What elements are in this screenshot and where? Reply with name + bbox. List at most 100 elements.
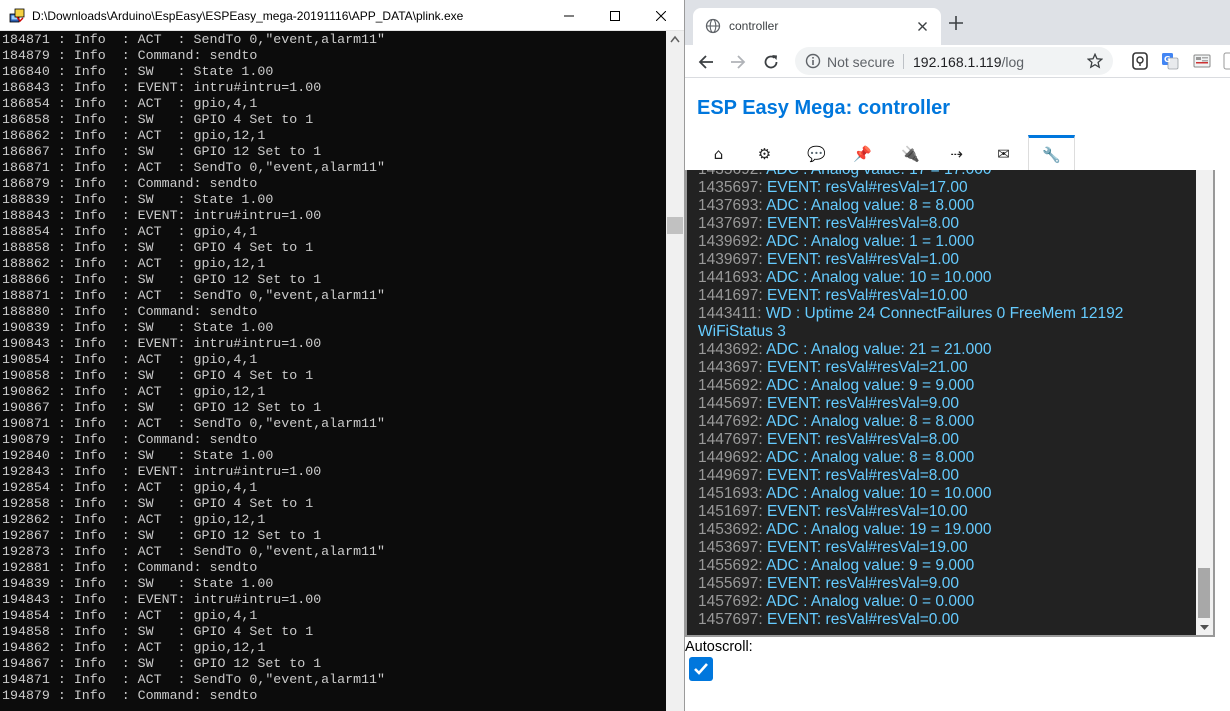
console-line: 194862 : Info : ACT : gpio,12,1 (2, 640, 266, 655)
pin-icon: 📌 (853, 144, 872, 163)
close-button[interactable] (638, 0, 684, 31)
security-label[interactable]: Not secure (827, 54, 895, 70)
log-lines: 1435692: ADC : Analog value: 17 = 17.000… (698, 170, 1193, 629)
checkmark-icon (694, 663, 708, 675)
log-line: 1437697: EVENT: resVal#resVal=8.00 (698, 215, 1193, 233)
console-line: 186867 : Info : SW : GPIO 12 Set to 1 (2, 144, 322, 159)
menu-devices[interactable]: 🔌 (887, 135, 934, 172)
log-line: 1455692: ADC : Analog value: 9 = 9.000 (698, 557, 1193, 575)
console-line: 192867 : Info : SW : GPIO 12 Set to 1 (2, 528, 322, 543)
log-message: ADC : Analog value: 8 = 8.000 (762, 197, 975, 214)
minimize-button[interactable] (546, 0, 592, 31)
extension-icon[interactable] (1193, 52, 1211, 70)
log-scroll-thumb[interactable] (1198, 568, 1210, 618)
menu-notifications[interactable]: ✉ (980, 135, 1027, 172)
close-icon (656, 10, 666, 21)
address-bar[interactable]: Not secure 192.168.1.119/log (795, 47, 1113, 75)
log-message: EVENT: resVal#resVal=9.00 (762, 395, 959, 412)
log-timestamp: 1445697: (698, 395, 763, 412)
console-output[interactable]: 184871 : Info : ACT : SendTo 0,"event,al… (0, 31, 666, 711)
menu-config[interactable]: ⚙ (741, 135, 788, 172)
page-title: ESP Easy Mega: controller (697, 97, 951, 119)
url-path: /log (1001, 54, 1025, 70)
new-tab-button[interactable] (947, 14, 965, 32)
log-line: 1435697: EVENT: resVal#resVal=17.00 (698, 179, 1193, 197)
log-message: EVENT: resVal#resVal=8.00 (762, 431, 959, 448)
log-message: EVENT: resVal#resVal=10.00 (762, 287, 968, 304)
log-message: EVENT: resVal#resVal=17.00 (762, 179, 968, 196)
plus-icon (949, 16, 963, 30)
back-button[interactable] (695, 51, 717, 73)
tab-close-button[interactable] (914, 18, 930, 34)
log-timestamp: 1457697: (698, 611, 763, 628)
autoscroll-checkbox[interactable] (689, 657, 713, 681)
log-line: 1457692: ADC : Analog value: 0 = 0.000 (698, 593, 1193, 611)
log-scrollbar[interactable] (1196, 170, 1213, 635)
translate-icon[interactable]: G (1161, 52, 1179, 70)
tab-controller[interactable]: controller (693, 8, 941, 45)
url-text[interactable]: 192.168.1.119/log (913, 54, 1024, 70)
reload-button[interactable] (760, 51, 782, 73)
log-message: ADC : Analog value: 0 = 0.000 (762, 593, 975, 610)
menu-main[interactable]: ⌂ (695, 135, 742, 172)
plug-icon: 🔌 (901, 144, 920, 163)
menu-tools[interactable]: 🔧 (1028, 135, 1075, 172)
log-line: 1451693: ADC : Analog value: 10 = 10.000 (698, 485, 1193, 503)
log-line: 1451697: EVENT: resVal#resVal=10.00 (698, 503, 1193, 521)
console-line: 186840 : Info : SW : State 1.00 (2, 64, 274, 79)
log-line: 1445692: ADC : Analog value: 9 = 9.000 (698, 377, 1193, 395)
log-timestamp: 1453692: (698, 521, 763, 538)
log-message: EVENT: resVal#resVal=10.00 (762, 503, 968, 520)
autoscroll-label: Autoscroll: (685, 639, 753, 655)
log-panel: 1435692: ADC : Analog value: 17 = 17.000… (685, 170, 1215, 637)
menu-rules[interactable]: ⇢ (933, 135, 980, 172)
log-message: EVENT: resVal#resVal=21.00 (762, 359, 968, 376)
log-timestamp: 1447697: (698, 431, 763, 448)
svg-text:G: G (1164, 55, 1171, 64)
extension-icon[interactable] (1223, 52, 1230, 70)
console-line: 186854 : Info : ACT : gpio,4,1 (2, 96, 258, 111)
console-titlebar[interactable]: D:\Downloads\Arduino\EspEasy\ESPEasy_meg… (0, 0, 684, 31)
close-icon (917, 21, 927, 31)
menu-hardware[interactable]: 📌 (839, 135, 886, 172)
log-message: ADC : Analog value: 8 = 8.000 (762, 413, 975, 430)
console-line: 194879 : Info : Command: sendto (2, 688, 258, 703)
log-message: EVENT: resVal#resVal=0.00 (762, 611, 959, 628)
log-line: 1443692: ADC : Analog value: 21 = 21.000 (698, 341, 1193, 359)
log-timestamp: 1451693: (698, 485, 763, 502)
console-line: 184879 : Info : Command: sendto (2, 48, 258, 63)
omnibox-divider (903, 54, 904, 69)
scroll-up-arrow-icon[interactable] (666, 31, 684, 48)
log-timestamp: 1443697: (698, 359, 763, 376)
log-timestamp: 1443692: (698, 341, 763, 358)
console-line: 190862 : Info : ACT : gpio,12,1 (2, 384, 266, 399)
scroll-down-arrow-icon[interactable] (1196, 621, 1213, 635)
putty-icon (9, 8, 25, 23)
console-scroll-thumb[interactable] (667, 217, 683, 234)
console-line: 190854 : Info : ACT : gpio,4,1 (2, 352, 258, 367)
main-menu: ⌂ ⚙ 💬 📌 🔌 ⇢ ✉ 🔧 (685, 135, 1215, 172)
log-line: 1441697: EVENT: resVal#resVal=10.00 (698, 287, 1193, 305)
log-message: EVENT: resVal#resVal=1.00 (762, 251, 959, 268)
console-line: 190867 : Info : SW : GPIO 12 Set to 1 (2, 400, 322, 415)
page-content: ESP Easy Mega: controller ⌂ ⚙ 💬 📌 🔌 ⇢ ✉ 🔧 14356… (685, 78, 1230, 711)
log-line: 1443411: WD : Uptime 24 ConnectFailures … (698, 305, 1193, 341)
arrow-icon: ⇢ (950, 144, 963, 163)
log-line: 1437693: ADC : Analog value: 8 = 8.000 (698, 197, 1193, 215)
maximize-button[interactable] (592, 0, 638, 31)
log-timestamp: 1449697: (698, 467, 763, 484)
info-icon[interactable] (805, 53, 821, 69)
wrench-icon: 🔧 (1042, 146, 1061, 164)
log-timestamp: 1455692: (698, 557, 763, 574)
forward-button[interactable] (727, 51, 749, 73)
bookmark-star-icon[interactable] (1087, 53, 1103, 69)
home-icon: ⌂ (713, 144, 724, 163)
extension-icon[interactable] (1131, 52, 1149, 70)
console-line: 186843 : Info : EVENT: intru#intru=1.00 (2, 80, 322, 95)
log-output[interactable]: 1435692: ADC : Analog value: 17 = 17.000… (687, 170, 1196, 635)
menu-controllers[interactable]: 💬 (793, 135, 840, 172)
gear-icon: ⚙ (757, 144, 772, 163)
log-message: ADC : Analog value: 21 = 21.000 (762, 341, 992, 358)
console-scrollbar[interactable] (666, 31, 684, 711)
console-line: 186871 : Info : ACT : SendTo 0,"event,al… (2, 160, 386, 175)
